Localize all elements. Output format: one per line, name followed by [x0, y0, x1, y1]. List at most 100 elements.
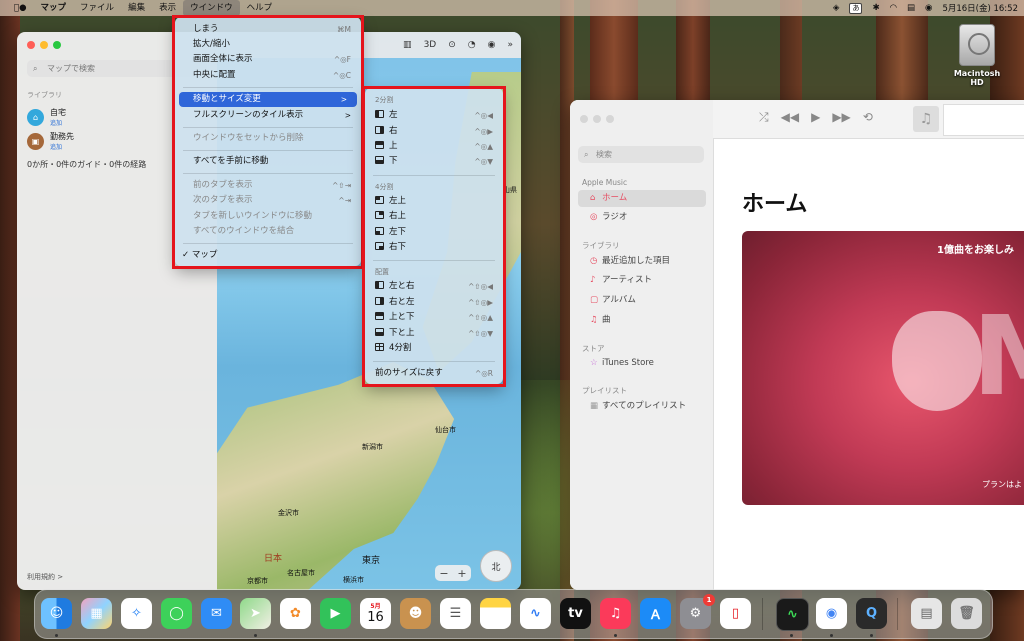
apple-music-banner[interactable]: 1億曲をお楽しみ M プランはよ — [742, 231, 1024, 505]
search-icon: ⌕ — [584, 150, 589, 159]
work-place[interactable]: ▣ 勤務先 追加 — [27, 131, 74, 151]
menu-view[interactable]: 表示 — [152, 0, 183, 16]
notes-icon[interactable] — [480, 598, 511, 629]
menu-help[interactable]: ヘルプ — [240, 0, 280, 16]
zoom-button[interactable] — [53, 41, 61, 49]
quicktime-icon[interactable]: Q — [856, 598, 887, 629]
safari-icon[interactable]: ✧ — [121, 598, 152, 629]
city-label: 仙台市 — [435, 426, 456, 434]
music-icon[interactable]: ♫ — [600, 598, 631, 629]
input-method-icon[interactable]: あ — [849, 2, 863, 14]
menu-bar: ​● マップ ファイル 編集 表示 ウインドウ ヘルプ ◈ あ ✱ ◠ ▤ ◉… — [0, 0, 1024, 16]
sidebar-item-songs[interactable]: ♫ 曲 — [578, 312, 706, 329]
system-settings-icon[interactable]: ⚙ 1 — [680, 594, 715, 629]
reminders-icon[interactable]: ☰ — [440, 598, 471, 629]
3d-button[interactable]: 3D — [424, 40, 437, 50]
minimize-button[interactable] — [593, 115, 601, 123]
terms-link[interactable]: 利用規約 > — [27, 572, 63, 582]
apple-logo-icon — [892, 311, 982, 411]
clock-icon: ◷ — [590, 256, 598, 266]
banner-title: 1億曲をお楽しみ — [937, 245, 1014, 256]
account-icon[interactable]: ◉ — [488, 40, 496, 50]
facetime-icon[interactable]: ▶ — [320, 598, 351, 629]
clock[interactable]: 5月16日(金) 16:52 — [942, 2, 1018, 14]
music-search-placeholder: 検索 — [596, 150, 612, 159]
city-label: 京都市 — [247, 577, 268, 585]
control-center-icon[interactable]: ▤ — [907, 3, 915, 13]
next-icon[interactable]: ▶▶ — [832, 110, 850, 125]
album-icon: ▢ — [590, 295, 599, 305]
work-add-link[interactable]: 追加 — [50, 142, 74, 151]
apple-tv-icon[interactable]: tv — [560, 598, 591, 629]
apple-menu-icon[interactable]: ​● — [0, 0, 34, 16]
look-around-icon[interactable]: ⊙ — [448, 40, 456, 50]
sidebar-item-label: アーティスト — [602, 275, 652, 285]
zoom-in-button[interactable]: + — [457, 567, 466, 580]
app-store-icon[interactable]: Ａ — [640, 598, 671, 629]
macintosh-hd-icon[interactable]: Macintosh HD — [948, 24, 1006, 87]
notification-badge: 1 — [703, 594, 715, 606]
sidebar-item-itunes-store[interactable]: ☆ iTunes Store — [578, 355, 706, 372]
banner-letter: M — [972, 301, 1024, 411]
sidebar-item-label: アルバム — [602, 295, 636, 305]
zoom-button[interactable] — [606, 115, 614, 123]
music-sidebar: ⌕ 検索 Apple Music ⌂ ホーム ◎ ラジオ ライブラリ ◷ 最近追加した… — [570, 100, 714, 590]
menu-maps[interactable]: マップ — [34, 0, 74, 16]
contacts-icon[interactable]: ☻ — [400, 598, 431, 629]
home-title: 自宅 — [50, 108, 66, 117]
previous-icon[interactable]: ◀◀ — [781, 110, 799, 125]
disk-label: Macintosh HD — [953, 69, 1001, 87]
bluetooth-icon[interactable]: ✱ — [872, 3, 879, 13]
music-search-input[interactable]: ⌕ 検索 — [578, 146, 704, 163]
sidebar-item-home[interactable]: ⌂ ホーム — [578, 190, 706, 207]
search-icon: ⌕ — [33, 64, 38, 73]
layers-icon[interactable]: ◈ — [833, 3, 840, 13]
minimize-button[interactable] — [40, 41, 48, 49]
iphone-mirroring-icon[interactable]: ▯ — [720, 598, 751, 629]
music-window-controls — [580, 115, 614, 123]
map-mode-icon[interactable]: ▥ — [403, 40, 412, 50]
sidebar-item-albums[interactable]: ▢ アルバム — [578, 292, 706, 309]
trash-icon[interactable]: 🗑 — [951, 598, 982, 629]
close-button[interactable] — [580, 115, 588, 123]
photos-icon[interactable]: ✿ — [280, 598, 311, 629]
zoom-out-button[interactable]: − — [439, 567, 448, 580]
hard-disk-icon — [959, 24, 995, 66]
menu-window[interactable]: ウインドウ — [183, 0, 240, 16]
siri-icon[interactable]: ◉ — [925, 3, 932, 13]
store-heading: ストア — [582, 344, 605, 353]
country-label: 日本 — [264, 554, 283, 564]
sidebar-item-artists[interactable]: ♪ アーティスト — [578, 272, 706, 289]
sidebar-item-all-playlists[interactable]: ▦ すべてのプレイリスト — [578, 398, 706, 415]
close-button[interactable] — [27, 41, 35, 49]
wifi-icon[interactable]: ◠ — [890, 3, 897, 13]
finder-icon[interactable]: ☺ — [41, 598, 72, 629]
city-label: 金沢市 — [278, 509, 299, 517]
freeform-icon[interactable]: ∿ — [520, 598, 551, 629]
sidebar-item-recent[interactable]: ◷ 最近追加した項目 — [578, 253, 706, 270]
house-icon: ⌂ — [590, 193, 596, 203]
menu-edit[interactable]: 編集 — [121, 0, 152, 16]
compass-button[interactable]: 北 — [480, 550, 512, 582]
downloads-icon[interactable]: ▤ — [911, 598, 942, 629]
tracking-icon[interactable]: ◔ — [468, 40, 476, 50]
messages-icon[interactable]: ◯ — [161, 598, 192, 629]
playlist-icon: ▦ — [590, 401, 599, 411]
calendar-icon[interactable]: 5月 16 — [360, 598, 391, 629]
home-place[interactable]: ⌂ 自宅 追加 — [27, 107, 66, 127]
launchpad-icon[interactable]: ▦ — [81, 598, 112, 629]
artwork-placeholder-icon: ♫ — [913, 106, 939, 132]
mail-icon[interactable]: ✉ — [201, 598, 232, 629]
home-icon: ⌂ — [27, 108, 44, 126]
shuffle-icon[interactable]: ⤮ — [759, 110, 769, 125]
play-icon[interactable]: ▶ — [811, 110, 820, 125]
activity-monitor-icon[interactable]: ∿ — [776, 598, 809, 631]
chrome-icon[interactable]: ◉ — [816, 598, 847, 629]
sidebar-item-label: iTunes Store — [602, 358, 654, 368]
repeat-icon[interactable]: ⟲ — [863, 110, 873, 125]
home-add-link[interactable]: 追加 — [50, 118, 66, 127]
maps-icon[interactable]: ➤ — [240, 598, 271, 629]
sidebar-item-radio[interactable]: ◎ ラジオ — [578, 209, 706, 226]
menu-file[interactable]: ファイル — [73, 0, 121, 16]
expand-icon[interactable]: » — [507, 40, 513, 50]
